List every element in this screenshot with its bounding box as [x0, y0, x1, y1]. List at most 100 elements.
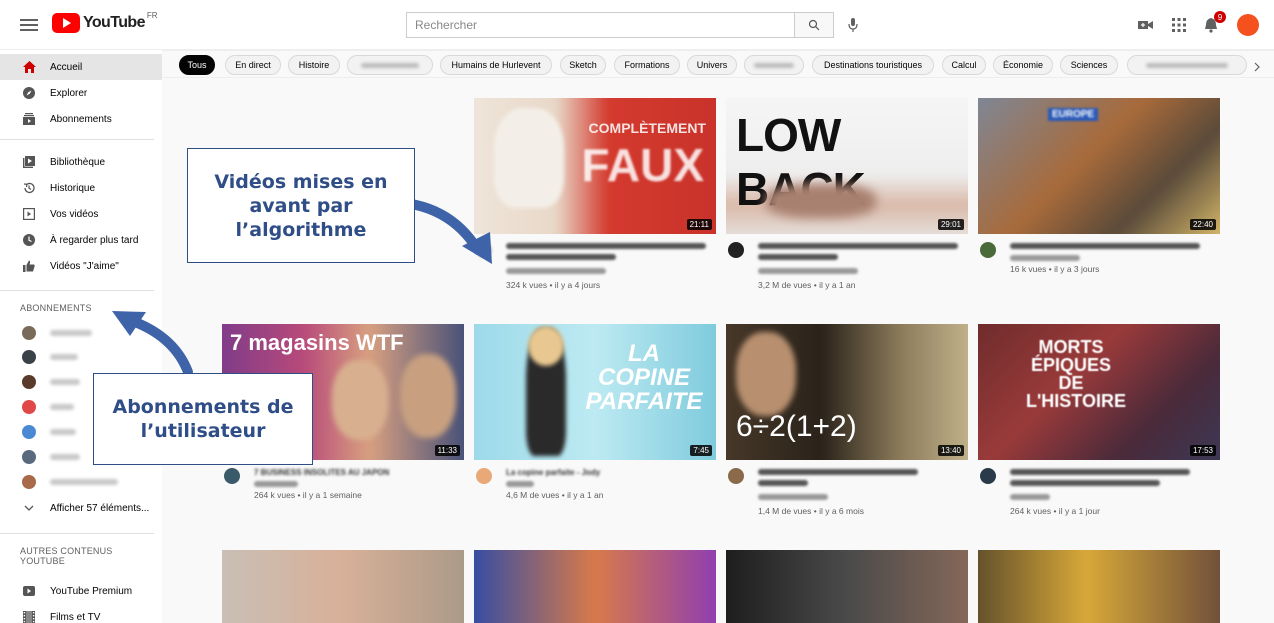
face-shape [332, 360, 388, 440]
video-thumbnail[interactable]: LOW BACK 29:01 [726, 98, 968, 234]
chevron-down-icon [22, 501, 36, 515]
sidebar-item-label: Films et TV [50, 611, 101, 623]
sidebar-item-youtube-premium[interactable]: YouTube Premium [0, 578, 162, 604]
sidebar-item-films-tv[interactable]: Films et TV [0, 604, 162, 623]
notification-badge: 9 [1214, 11, 1226, 23]
play-square-icon [22, 207, 36, 221]
video-views: 324 k vues • il y a 4 jours [506, 280, 601, 290]
menu-icon[interactable] [18, 14, 40, 36]
person-shape [766, 184, 876, 218]
chip-univers[interactable]: Univers [687, 55, 737, 75]
history-icon [22, 181, 36, 195]
video-duration: 13:40 [937, 445, 964, 456]
chip-destinations-touristiques[interactable]: Destinations touristiques [812, 55, 934, 75]
chip-histoire[interactable]: Histoire [288, 55, 340, 75]
person-shape [528, 326, 564, 366]
channel-avatar[interactable] [224, 468, 240, 484]
chip-blurred[interactable] [347, 55, 433, 75]
video-thumbnail[interactable]: EUROPE 22:40 [978, 98, 1220, 234]
video-meta: 324 k vues • il y a 4 jours [474, 240, 716, 300]
channel-avatar[interactable] [476, 242, 492, 258]
mic-icon[interactable] [844, 14, 862, 36]
sidebar-item-label: Vidéos "J'aime" [50, 260, 119, 272]
chip-calcul[interactable]: Calcul [942, 55, 986, 75]
filter-chips-bar: Tous En direct Histoire Humains de Hurle… [162, 50, 1274, 78]
chip-en-direct[interactable]: En direct [225, 55, 281, 75]
channel-avatar[interactable] [728, 242, 744, 258]
sidebar-item-abonnements[interactable]: Abonnements [0, 106, 162, 132]
chip-economie[interactable]: Économie [993, 55, 1053, 75]
sidebar-item-historique[interactable]: Historique [0, 175, 162, 201]
chip-sketch[interactable]: Sketch [560, 55, 606, 75]
chip-sciences[interactable]: Sciences [1060, 55, 1118, 75]
face-shape [736, 332, 796, 416]
video-title[interactable]: 7 BUSINESS INSOLITES AU JAPON [254, 468, 389, 477]
annotation-subscriptions-text: Abonnements de l’utilisateur [112, 396, 294, 442]
subscription-channel[interactable] [0, 344, 162, 370]
sidebar-item-videos-jaime[interactable]: Vidéos "J'aime" [0, 253, 162, 279]
video-meta: 7 BUSINESS INSOLITES AU JAPON 264 k vues… [222, 466, 464, 526]
create-video-icon[interactable] [1136, 15, 1156, 35]
sidebar-item-bibliotheque[interactable]: Bibliothèque [0, 149, 162, 175]
video-views: 264 k vues • il y a 1 jour [1010, 506, 1100, 516]
channel-avatar[interactable] [728, 468, 744, 484]
subscription-channel[interactable] [0, 320, 162, 346]
compass-icon [22, 86, 36, 100]
channel-avatar [22, 450, 36, 464]
clock-icon [22, 233, 36, 247]
channel-avatar[interactable] [476, 468, 492, 484]
youtube-logo[interactable]: YouTube FR [52, 11, 158, 33]
top-header: YouTube FR Rechercher 9 [0, 0, 1274, 50]
video-thumbnail[interactable] [474, 550, 716, 623]
sidebar-item-label: YouTube Premium [50, 585, 133, 597]
sidebar-item-accueil[interactable]: Accueil [0, 54, 162, 80]
chip-tous[interactable]: Tous [179, 55, 215, 75]
sidebar-item-label: Bibliothèque [50, 156, 106, 168]
other-content-heading: AUTRES CONTENUS YOUTUBE [20, 546, 113, 566]
chip-blurred[interactable] [1127, 55, 1247, 75]
channel-avatar [22, 326, 36, 340]
channel-avatar [22, 350, 36, 364]
video-thumbnail[interactable]: COMPLÈTEMENT FAUX 21:11 [474, 98, 716, 234]
sidebar-item-label: Abonnements [50, 113, 112, 125]
annotation-algorithm: Vidéos mises en avant par l’algorithme [187, 148, 415, 263]
face-shape [400, 354, 456, 438]
channel-avatar [22, 425, 36, 439]
sidebar-item-regarder-plus-tard[interactable]: À regarder plus tard [0, 227, 162, 253]
apps-grid-icon[interactable] [1169, 15, 1189, 35]
sidebar-item-label: À regarder plus tard [50, 234, 139, 246]
subscription-channel[interactable] [0, 469, 162, 495]
thumbnail-text: EUROPE [1048, 108, 1099, 121]
sidebar-divider [0, 290, 154, 291]
search-input[interactable]: Rechercher [406, 12, 794, 38]
video-thumbnail[interactable]: 6÷2(1+2) 13:40 [726, 324, 968, 460]
search-button[interactable] [794, 12, 834, 38]
youtube-premium-icon [22, 584, 36, 598]
video-thumbnail[interactable] [978, 550, 1220, 623]
chip-formations[interactable]: Formations [614, 55, 680, 75]
thumbnail-text: LA COPINE PARFAITE [585, 340, 703, 415]
channel-avatar[interactable] [980, 468, 996, 484]
sidebar-item-explorer[interactable]: Explorer [0, 80, 162, 106]
video-meta: 3,2 M de vues • il y a 1 an [726, 240, 968, 300]
chevron-right-icon[interactable] [1254, 59, 1264, 72]
sidebar-item-label: Historique [50, 182, 96, 194]
search-icon [808, 19, 820, 31]
channel-avatar[interactable] [980, 242, 996, 258]
library-icon [22, 155, 36, 169]
thumbnail-text: 6÷2(1+2) [736, 410, 857, 443]
chip-humains-de-hurlevent[interactable]: Humains de Hurlevent [440, 55, 552, 75]
sidebar-item-vos-videos[interactable]: Vos vidéos [0, 201, 162, 227]
channel-avatar [22, 375, 36, 389]
video-thumbnail[interactable]: LA COPINE PARFAITE 7:45 [474, 324, 716, 460]
user-avatar[interactable] [1237, 14, 1259, 36]
video-title[interactable]: La copine parfaite - Jody [506, 468, 600, 477]
show-more-subscriptions[interactable]: Afficher 57 éléments... [0, 495, 162, 521]
video-duration: 22:40 [1189, 219, 1216, 230]
video-views: 1,4 M de vues • il y a 6 mois [758, 506, 864, 516]
video-thumbnail[interactable]: MORTS ÉPIQUES DE L'HISTOIRE 17:53 [978, 324, 1220, 460]
video-thumbnail[interactable] [222, 550, 464, 623]
video-thumbnail[interactable] [726, 550, 968, 623]
chip-blurred[interactable] [744, 55, 804, 75]
sidebar-item-label: Vos vidéos [50, 208, 99, 220]
